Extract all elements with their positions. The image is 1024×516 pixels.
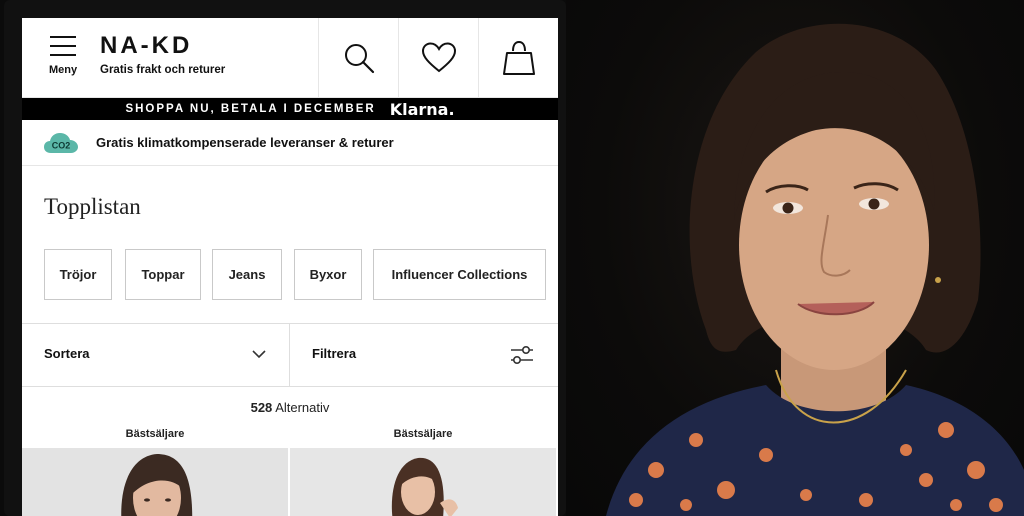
chevron-down-icon — [252, 350, 266, 359]
sort-filter-bar: Sortera Filtrera — [22, 323, 558, 387]
page-title: Topplistan — [44, 194, 141, 219]
climate-banner: CO2 Gratis klimatkompenserade leveranser… — [22, 120, 558, 166]
category-chip-influencer-collections[interactable]: Influencer Collections — [373, 249, 546, 300]
klarna-logo: Klarna. — [389, 99, 455, 119]
site-header: Meny NA-KD Gratis frakt och returer — [22, 18, 558, 98]
promo-text: SHOPPA NU, BETALA I DECEMBER — [125, 103, 376, 115]
sort-button[interactable]: Sortera — [22, 324, 290, 386]
filter-button[interactable]: Filtrera — [290, 324, 558, 386]
menu-label: Meny — [48, 64, 78, 76]
hamburger-icon — [50, 36, 76, 56]
result-count-number: 528 — [250, 400, 273, 415]
sliders-icon — [511, 345, 533, 365]
brand-logo[interactable]: NA-KD — [100, 32, 192, 60]
result-count: 528 Alternativ — [22, 400, 558, 415]
filter-label: Filtrera — [312, 346, 357, 361]
category-chip-jeans[interactable]: Jeans — [212, 249, 282, 300]
wishlist-button[interactable] — [398, 18, 478, 98]
phone-screen: Meny NA-KD Gratis frakt och returer SHOP… — [22, 18, 558, 516]
result-count-label: Alternativ — [275, 400, 330, 415]
cart-button[interactable] — [478, 18, 558, 98]
product-image[interactable] — [290, 448, 556, 516]
category-chip-trojor[interactable]: Tröjor — [44, 249, 112, 300]
co2-badge-text: CO2 — [52, 141, 71, 151]
category-chip-byxor[interactable]: Byxor — [294, 249, 362, 300]
model-photo — [290, 448, 556, 516]
phone-frame: Meny NA-KD Gratis frakt och returer SHOP… — [4, 0, 566, 516]
heart-icon — [421, 42, 456, 73]
category-chip-toppar[interactable]: Toppar — [125, 249, 201, 300]
composite-image: Meny NA-KD Gratis frakt och returer SHOP… — [0, 0, 1024, 516]
bag-icon — [502, 40, 535, 75]
product-card[interactable]: Bästsäljare — [22, 428, 288, 516]
header-tagline: Gratis frakt och returer — [100, 64, 226, 76]
search-button[interactable] — [318, 18, 398, 98]
model-photo — [22, 448, 288, 516]
klarna-promo-bar[interactable]: SHOPPA NU, BETALA I DECEMBER Klarna. — [22, 98, 558, 120]
woman-portrait — [606, 23, 1024, 516]
product-image[interactable] — [22, 448, 288, 516]
portrait-photo — [566, 0, 1024, 516]
bestseller-badge: Bästsäljare — [125, 428, 185, 440]
menu-button[interactable]: Meny — [40, 34, 86, 82]
cloud-co2-icon: CO2 — [44, 133, 78, 153]
search-icon — [344, 44, 374, 74]
product-card[interactable]: Bästsäljare — [290, 428, 556, 516]
sort-label: Sortera — [44, 346, 90, 361]
climate-text: Gratis klimatkompenserade leveranser & r… — [96, 135, 394, 150]
bestseller-badge: Bästsäljare — [393, 428, 453, 440]
